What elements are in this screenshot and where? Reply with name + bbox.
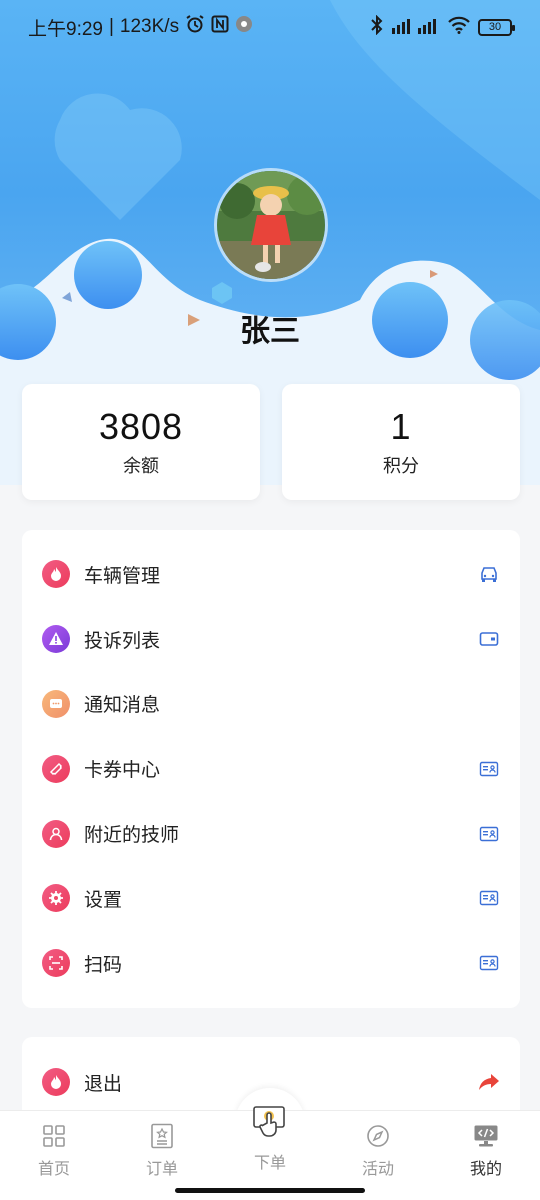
menu-item-label: 扫码 xyxy=(84,953,123,976)
tab-label: 活动 xyxy=(361,1159,394,1178)
tab-home[interactable]: 首页 xyxy=(0,1111,108,1200)
menu-item-complaint-list[interactable]: 投诉列表 xyxy=(22,607,520,672)
balance-card[interactable]: 3808 余额 xyxy=(22,384,260,500)
menu-item-notifications[interactable]: 通知消息 xyxy=(22,672,520,737)
tab-label: 首页 xyxy=(37,1159,70,1178)
tab-label: 订单 xyxy=(145,1159,178,1178)
tab-place-order[interactable]: 下单 xyxy=(216,1106,324,1200)
status-bar: 上午9:29 | 123K/s 30 xyxy=(0,0,540,54)
monitor-code-icon xyxy=(473,1123,499,1149)
app-icon xyxy=(235,15,253,39)
gear-icon xyxy=(42,884,70,913)
nfc-icon xyxy=(211,15,229,39)
bluetooth-icon xyxy=(370,14,384,40)
car-icon xyxy=(478,563,500,585)
menu-list: 车辆管理 投诉列表 通知消息 卡券中心 附近的技师 设置 扫码 xyxy=(22,530,520,1008)
tab-label: 下单 xyxy=(253,1153,286,1172)
menu-item-scan[interactable]: 扫码 xyxy=(22,931,520,996)
tab-label: 我的 xyxy=(469,1159,502,1178)
wallet-icon xyxy=(478,628,500,650)
home-indicator xyxy=(175,1188,365,1193)
avatar-image xyxy=(217,171,325,279)
points-label: 积分 xyxy=(383,456,419,477)
menu-item-label: 卡券中心 xyxy=(84,759,161,782)
menu-item-label: 投诉列表 xyxy=(84,629,161,652)
menu-item-label: 附近的技师 xyxy=(84,824,180,847)
balance-label: 余额 xyxy=(123,456,159,477)
grid-icon xyxy=(41,1123,67,1149)
menu-item-label: 通知消息 xyxy=(84,694,161,717)
alarm-icon xyxy=(185,14,205,40)
balance-value: 3808 xyxy=(98,406,184,447)
menu-item-nearby-technicians[interactable]: 附近的技师 xyxy=(22,801,520,866)
compass-icon xyxy=(365,1123,391,1149)
menu-item-label: 车辆管理 xyxy=(84,564,161,587)
warning-icon xyxy=(42,625,70,654)
id-card-icon xyxy=(478,758,500,780)
tab-mine[interactable]: 我的 xyxy=(432,1111,540,1200)
username: 张三 xyxy=(240,314,300,349)
fire-icon xyxy=(42,1068,70,1097)
wifi-icon xyxy=(448,16,470,39)
person-icon xyxy=(42,819,70,848)
hand-tap-icon xyxy=(250,1103,290,1143)
menu-item-label: 设置 xyxy=(84,888,123,911)
arrow-share-icon xyxy=(478,1071,500,1093)
chat-icon xyxy=(42,689,70,718)
status-network-speed: 123K/s xyxy=(119,16,180,37)
id-card-icon xyxy=(478,952,500,974)
battery-icon: 30 xyxy=(478,18,515,36)
order-icon xyxy=(149,1123,175,1149)
tab-activities[interactable]: 活动 xyxy=(324,1111,432,1200)
id-card-icon xyxy=(478,887,500,909)
tab-orders[interactable]: 订单 xyxy=(108,1111,216,1200)
status-time: 上午9:29 xyxy=(28,18,103,40)
ticket-icon xyxy=(42,754,70,783)
points-value: 1 xyxy=(390,406,412,447)
id-card-icon xyxy=(478,823,500,845)
points-card[interactable]: 1 积分 xyxy=(282,384,520,500)
menu-item-vehicle-management[interactable]: 车辆管理 xyxy=(22,542,520,607)
menu-item-coupon-center[interactable]: 卡券中心 xyxy=(22,736,520,801)
signal-icon xyxy=(392,16,440,39)
menu-item-settings[interactable]: 设置 xyxy=(22,866,520,931)
avatar[interactable] xyxy=(214,168,328,282)
fire-icon xyxy=(42,560,70,589)
scan-icon xyxy=(42,949,70,978)
tab-bar: 首页 订单 下单 活动 我的 xyxy=(0,1106,540,1200)
